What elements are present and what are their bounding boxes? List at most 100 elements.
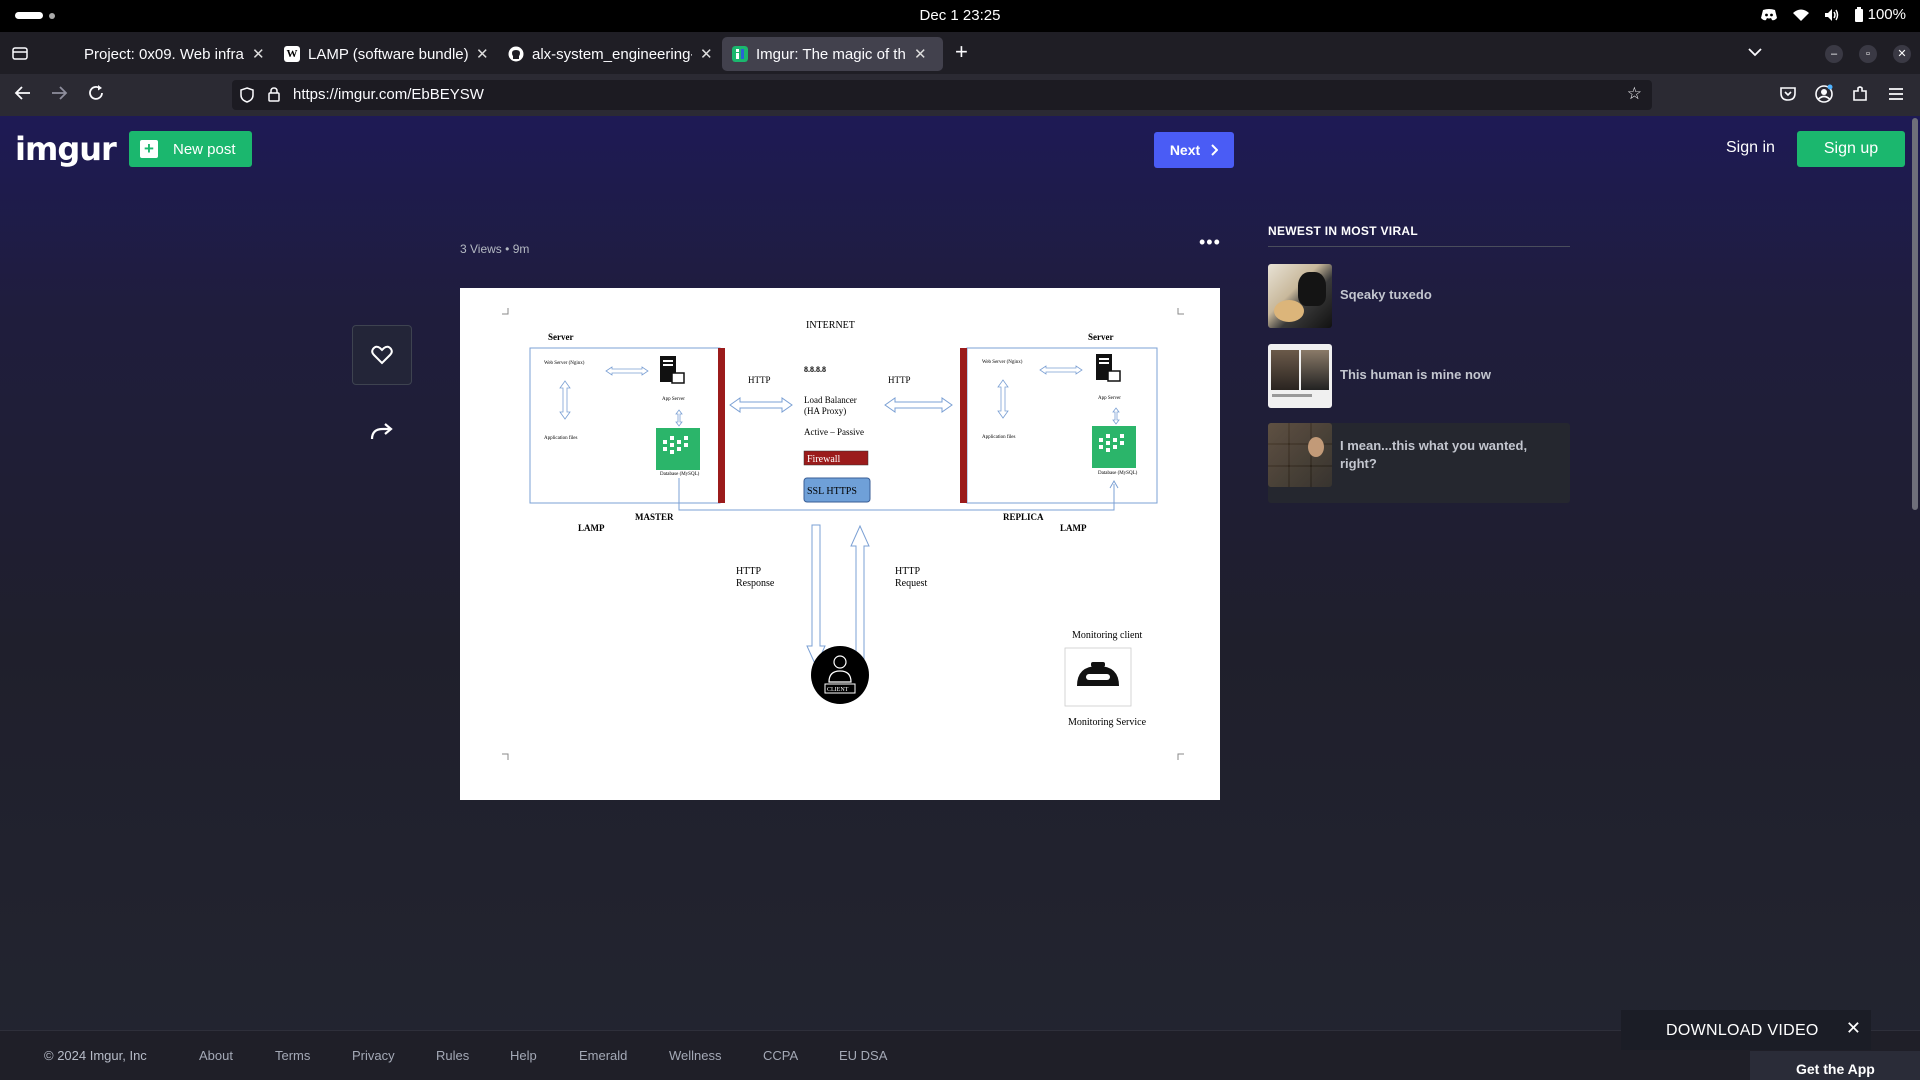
- sidebar-post-item[interactable]: This human is mine now: [1268, 344, 1570, 408]
- tab-github[interactable]: alx-system_engineering-devops ✕: [498, 37, 723, 71]
- post-age: 9m: [512, 242, 530, 256]
- ip-address-label: 8.8.8.8: [804, 365, 826, 374]
- tab-title: alx-system_engineering-devops: [532, 45, 692, 63]
- get-the-app-button[interactable]: Get the App: [1750, 1051, 1920, 1080]
- tab-imgur[interactable]: Imgur: The magic of the Internet ✕: [722, 37, 943, 71]
- extensions-icon[interactable]: [1850, 84, 1870, 104]
- list-all-tabs-chevron-icon[interactable]: [1748, 44, 1762, 60]
- download-video-banner[interactable]: DOWNLOAD VIDEO ✕: [1621, 1010, 1871, 1050]
- post-thumbnail: [1268, 344, 1332, 408]
- footer-link-wellness[interactable]: Wellness: [669, 1048, 722, 1063]
- footer-link-about[interactable]: About: [199, 1048, 233, 1063]
- page-scrollbar[interactable]: [1912, 118, 1918, 510]
- master-app-db-arrow: [675, 409, 683, 427]
- sign-in-link[interactable]: Sign in: [1726, 139, 1775, 157]
- sidebar-post-title: Sqeaky tuxedo: [1340, 287, 1432, 302]
- os-top-bar: Dec 1 23:25 100%: [0, 0, 1920, 32]
- master-server-box: [529, 347, 721, 504]
- replica-server-box: [966, 347, 1158, 504]
- new-post-button[interactable]: + New post: [129, 131, 252, 167]
- imgur-logo[interactable]: imgur: [15, 130, 117, 168]
- load-balancer-sub-label: (HA Proxy): [804, 406, 846, 416]
- thumbnail-face-shape: [1308, 437, 1324, 457]
- replica-firewall-bar: [960, 348, 967, 503]
- master-label: MASTER: [635, 512, 674, 522]
- close-tab-icon[interactable]: ✕: [476, 45, 489, 63]
- back-icon[interactable]: [14, 84, 32, 102]
- http-response-arrow: [806, 524, 826, 668]
- replica-database-icon: [1092, 426, 1136, 468]
- master-app-server-label: App Server: [662, 397, 685, 402]
- favorite-button[interactable]: [352, 325, 412, 385]
- monitoring-service-label: Monitoring Service: [1068, 717, 1147, 728]
- tracking-protection-shield-icon[interactable]: [240, 87, 254, 103]
- chevron-right-icon: [1211, 144, 1219, 156]
- post-image[interactable]: INTERNET Server Web Server (Nginx) App S…: [460, 288, 1220, 800]
- footer-link-help[interactable]: Help: [510, 1048, 537, 1063]
- close-window-button[interactable]: ✕: [1893, 45, 1911, 63]
- bookmark-star-icon[interactable]: ☆: [1627, 84, 1642, 104]
- active-passive-label: Active – Passive: [804, 427, 864, 437]
- footer-link-privacy[interactable]: Privacy: [352, 1048, 395, 1063]
- http-response-label-1: HTTP: [736, 566, 761, 577]
- restore-window-button[interactable]: ▫: [1859, 45, 1877, 63]
- download-video-label: DOWNLOAD VIDEO: [1666, 1022, 1819, 1039]
- clock[interactable]: Dec 1 23:25: [0, 7, 1920, 24]
- close-tab-icon[interactable]: ✕: [700, 45, 713, 63]
- ssl-label: SSL HTTPS: [807, 486, 857, 497]
- master-server-label: Server: [548, 332, 573, 342]
- sign-up-button[interactable]: Sign up: [1797, 131, 1905, 167]
- lamp-right-label: LAMP: [1060, 523, 1087, 533]
- footer-copyright: © 2024 Imgur, Inc: [44, 1048, 147, 1063]
- forward-icon[interactable]: [50, 84, 68, 102]
- tab-wikipedia[interactable]: W LAMP (software bundle) - Wikipedia ✕: [274, 37, 499, 71]
- firefox-view-icon[interactable]: [12, 45, 28, 61]
- client-label: CLIENT: [827, 687, 849, 693]
- load-balancer-label: Load Balancer: [804, 395, 857, 405]
- discord-icon: [1760, 8, 1777, 20]
- address-bar[interactable]: https://imgur.com/EbBEYSW ☆: [232, 80, 1652, 110]
- footer-link-terms[interactable]: Terms: [275, 1048, 310, 1063]
- menu-hamburger-icon[interactable]: [1886, 84, 1906, 104]
- more-options-icon[interactable]: •••: [1199, 232, 1221, 253]
- imgur-header: imgur + New post Next Sign in Sign up: [0, 116, 1920, 184]
- footer-link-eu-dsa[interactable]: EU DSA: [839, 1048, 887, 1063]
- battery-status: 100%: [1854, 6, 1906, 23]
- sidebar-post-item[interactable]: I mean...this what you wanted, right?: [1268, 423, 1570, 503]
- sidebar-heading: NEWEST IN MOST VIRAL: [1268, 224, 1570, 247]
- thumbnail-cat-shape: [1298, 272, 1326, 306]
- replica-app-server-label: App Server: [1098, 396, 1121, 401]
- replica-app-files-label: Application files: [982, 435, 1016, 440]
- replica-vertical-arrow: [997, 379, 1009, 419]
- next-post-button[interactable]: Next: [1154, 132, 1234, 168]
- share-arrow-icon[interactable]: [369, 419, 395, 445]
- lock-icon[interactable]: [268, 87, 280, 102]
- tab-title: Project: 0x09. Web infrastructure design: [84, 45, 244, 63]
- pocket-icon[interactable]: [1778, 84, 1798, 104]
- system-tray[interactable]: 100%: [1760, 6, 1906, 23]
- replica-label: REPLICA: [1003, 512, 1044, 522]
- reload-icon[interactable]: [87, 84, 105, 102]
- wikipedia-icon: W: [284, 46, 300, 62]
- client-icon: [811, 646, 869, 704]
- battery-icon: [1854, 7, 1863, 22]
- url-text[interactable]: https://imgur.com/EbBEYSW: [293, 86, 484, 103]
- footer-link-emerald[interactable]: Emerald: [579, 1048, 627, 1063]
- minimize-window-button[interactable]: –: [1825, 45, 1843, 63]
- master-app-server-icon: [660, 356, 685, 384]
- sidebar-post-title: This human is mine now: [1340, 367, 1491, 382]
- sidebar-post-item[interactable]: Sqeaky tuxedo: [1268, 264, 1570, 328]
- http-left-label: HTTP: [748, 375, 771, 385]
- footer-link-ccpa[interactable]: CCPA: [763, 1048, 798, 1063]
- tab-project[interactable]: Project: 0x09. Web infrastructure design…: [50, 37, 275, 71]
- heart-icon: [371, 345, 393, 365]
- close-tab-icon[interactable]: ✕: [252, 45, 265, 63]
- close-tab-icon[interactable]: ✕: [914, 45, 927, 63]
- monitoring-client-label: Monitoring client: [1072, 630, 1142, 641]
- replica-web-server-label: Web Server (Nginx): [982, 360, 1023, 365]
- http-left-arrow: [729, 397, 793, 413]
- close-icon[interactable]: ✕: [1846, 1018, 1861, 1039]
- footer-link-rules[interactable]: Rules: [436, 1048, 469, 1063]
- account-icon[interactable]: [1814, 84, 1834, 104]
- new-tab-button[interactable]: +: [955, 41, 968, 63]
